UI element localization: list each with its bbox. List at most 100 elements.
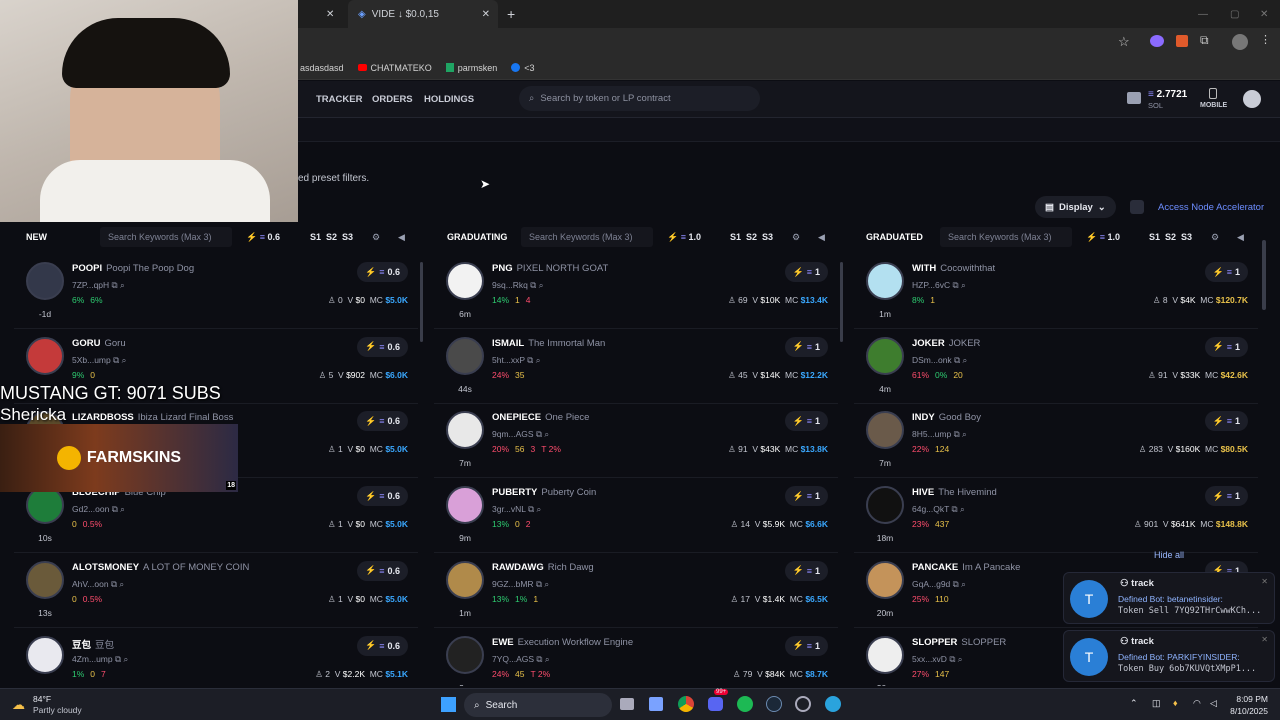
- token-avatar[interactable]: [866, 635, 904, 674]
- search-icon[interactable]: ⌕: [119, 579, 124, 589]
- extension-icon[interactable]: [1176, 35, 1188, 47]
- search-icon[interactable]: ⌕: [958, 654, 963, 664]
- token-name[interactable]: INDY Good Boy: [912, 412, 981, 423]
- token-card[interactable]: 3m EWEExecution Workflow Engine 7YQ...AG…: [434, 628, 838, 686]
- filter-icon[interactable]: ⚙: [792, 232, 800, 243]
- search-icon[interactable]: ⌕: [545, 654, 550, 664]
- more-menu-icon[interactable]: ⋮: [1260, 33, 1271, 46]
- token-address[interactable]: Gd2...oon ⧉ ⌕: [72, 504, 125, 515]
- access-node-accelerator-link[interactable]: Access Node Accelerator: [1158, 202, 1264, 213]
- copy-icon[interactable]: ⧉: [954, 429, 960, 439]
- quick-buy-button[interactable]: ⚡ ≡ 1: [784, 486, 828, 507]
- mic-icon[interactable]: ♦: [1173, 698, 1178, 708]
- search-icon[interactable]: ⌕: [120, 504, 125, 514]
- obs-icon[interactable]: [795, 696, 811, 712]
- token-address[interactable]: HZP...6vC ⧉ ⌕: [912, 280, 966, 291]
- wifi-icon[interactable]: ◠: [1193, 698, 1201, 709]
- token-name[interactable]: ISMAIL The Immortal Man: [492, 338, 605, 349]
- quick-buy-amount[interactable]: ⚡ ≡ 0.6: [246, 232, 280, 243]
- quick-buy-button[interactable]: ⚡ ≡ 0.6: [357, 411, 408, 432]
- keyword-search-input[interactable]: Search Keywords (Max 3): [100, 227, 232, 247]
- token-name[interactable]: LIZARDBOSS Ibiza Lizard Final Boss: [72, 412, 233, 423]
- token-avatar[interactable]: [866, 336, 904, 375]
- copy-icon[interactable]: ⧉: [111, 579, 117, 589]
- quick-buy-button[interactable]: ⚡ ≡ 1: [784, 262, 828, 282]
- token-name[interactable]: ALOTSMONEY A LOT OF MONEY COIN: [72, 562, 249, 573]
- copy-icon[interactable]: ⧉: [527, 355, 533, 365]
- copy-icon[interactable]: ⧉: [112, 504, 118, 514]
- token-name[interactable]: POOPI Poopi The Poop Dog: [72, 263, 194, 274]
- clock-time[interactable]: 8:09 PM: [1226, 694, 1268, 704]
- copy-icon[interactable]: ⧉: [112, 280, 118, 290]
- token-address[interactable]: 5xx...xvD ⧉ ⌕: [912, 654, 963, 665]
- token-avatar[interactable]: [446, 486, 484, 525]
- browser-tab[interactable]: ◈ VIDE ↓ $0.0,15 ✕: [348, 0, 498, 28]
- token-name[interactable]: 豆包 豆包: [72, 637, 114, 651]
- search-icon[interactable]: ⌕: [960, 504, 965, 514]
- nav-tracker[interactable]: TRACKER: [316, 94, 362, 105]
- token-name[interactable]: EWE Execution Workflow Engine: [492, 637, 633, 648]
- nav-orders[interactable]: ORDERS: [372, 94, 413, 105]
- scrollbar[interactable]: [420, 262, 423, 342]
- quick-buy-button[interactable]: ⚡ ≡ 1: [784, 336, 828, 357]
- token-address[interactable]: 7YQ...AGS ⧉ ⌕: [492, 654, 550, 665]
- token-name[interactable]: SLOPPER SLOPPER: [912, 637, 1006, 648]
- close-icon[interactable]: ✕: [1261, 577, 1268, 586]
- bookmark-item[interactable]: CHATMATEKO: [357, 63, 432, 73]
- token-avatar[interactable]: [446, 262, 484, 300]
- token-search-input[interactable]: ⌕ Search by token or LP contract: [519, 86, 760, 111]
- nav-holdings[interactable]: HOLDINGS: [424, 94, 474, 105]
- token-avatar[interactable]: [26, 635, 64, 674]
- preset-s2[interactable]: S2: [1165, 232, 1176, 242]
- settings-icon[interactable]: [1130, 200, 1144, 214]
- search-icon[interactable]: ⌕: [963, 355, 968, 365]
- token-avatar[interactable]: [26, 336, 64, 375]
- token-avatar[interactable]: [26, 262, 64, 300]
- token-address[interactable]: AhV...oon ⧉ ⌕: [72, 579, 124, 590]
- copy-icon[interactable]: ⧉: [536, 429, 542, 439]
- task-view-icon[interactable]: [620, 698, 634, 710]
- quick-buy-button[interactable]: ⚡ ≡ 0.6: [357, 486, 408, 507]
- token-card[interactable]: 6m PNG PIXEL NORTH GOAT 9sq...Rkq ⧉ ⌕ 14%…: [434, 254, 838, 329]
- windows-start-icon[interactable]: [441, 697, 456, 712]
- copy-icon[interactable]: ⧉: [528, 504, 534, 514]
- notification-card[interactable]: T ⚇ track Defined Bot: PARKIFYINSIDER: T…: [1063, 630, 1275, 682]
- search-icon[interactable]: ⌕: [544, 579, 549, 589]
- preset-s2[interactable]: S2: [746, 232, 757, 242]
- token-name[interactable]: PUBERTY Puberty Coin: [492, 487, 596, 498]
- network-icon[interactable]: ◫: [1152, 698, 1161, 709]
- token-card[interactable]: 7m INDY Good Boy 8H5...ump ⧉ ⌕ 22% 124 ⚡ ≡ 1…: [854, 403, 1258, 479]
- token-card[interactable]: -1d POOPI Poopi The Poop Dog 7ZP...qpH ⧉ …: [14, 254, 418, 329]
- steam-icon[interactable]: [766, 696, 782, 712]
- preset-s1[interactable]: S1: [730, 232, 741, 242]
- token-address[interactable]: 9qm...AGS ⧉ ⌕: [492, 429, 549, 440]
- bookmark-star-icon[interactable]: ☆: [1118, 34, 1130, 50]
- search-icon[interactable]: ⌕: [961, 579, 966, 589]
- search-icon[interactable]: ⌕: [539, 280, 544, 290]
- filter-icon[interactable]: ⚙: [1211, 232, 1219, 243]
- preset-s3[interactable]: S3: [762, 232, 773, 242]
- token-address[interactable]: GqA...g9d ⧉ ⌕: [912, 579, 966, 590]
- quick-buy-button[interactable]: ⚡ ≡ 1: [784, 635, 828, 656]
- copy-icon[interactable]: ⧉: [536, 654, 542, 664]
- keyword-search-input[interactable]: Search Keywords (Max 3): [940, 227, 1072, 247]
- token-card[interactable]: 9m PUBERTY Puberty Coin 3gr...vNL ⧉ ⌕ 13%…: [434, 478, 838, 554]
- quick-buy-button[interactable]: ⚡ ≡ 0.6: [357, 635, 408, 656]
- token-address[interactable]: 7ZP...qpH ⧉ ⌕: [72, 280, 125, 291]
- quick-buy-button[interactable]: ⚡ ≡ 0.6: [357, 560, 408, 581]
- bookmark-item[interactable]: <3: [511, 63, 535, 73]
- preset-s1[interactable]: S1: [310, 232, 321, 242]
- token-address[interactable]: 5Xb...ump ⧉ ⌕: [72, 355, 126, 366]
- bookmark-item[interactable]: parmsken: [445, 63, 497, 73]
- taskbar-search[interactable]: ⌕ Search: [464, 693, 612, 717]
- quick-buy-button[interactable]: ⚡ ≡ 1: [1204, 411, 1248, 432]
- search-icon[interactable]: ⌕: [122, 355, 127, 365]
- search-icon[interactable]: ⌕: [962, 429, 967, 439]
- token-address[interactable]: 8H5...ump ⧉ ⌕: [912, 429, 967, 440]
- profile-avatar[interactable]: [1232, 34, 1248, 50]
- quick-buy-button[interactable]: ⚡ ≡ 1: [784, 560, 828, 581]
- mute-icon[interactable]: ◀: [398, 232, 405, 243]
- copy-icon[interactable]: ⧉: [949, 654, 955, 664]
- quick-buy-button[interactable]: ⚡ ≡ 1: [1204, 486, 1248, 507]
- preset-s2[interactable]: S2: [326, 232, 337, 242]
